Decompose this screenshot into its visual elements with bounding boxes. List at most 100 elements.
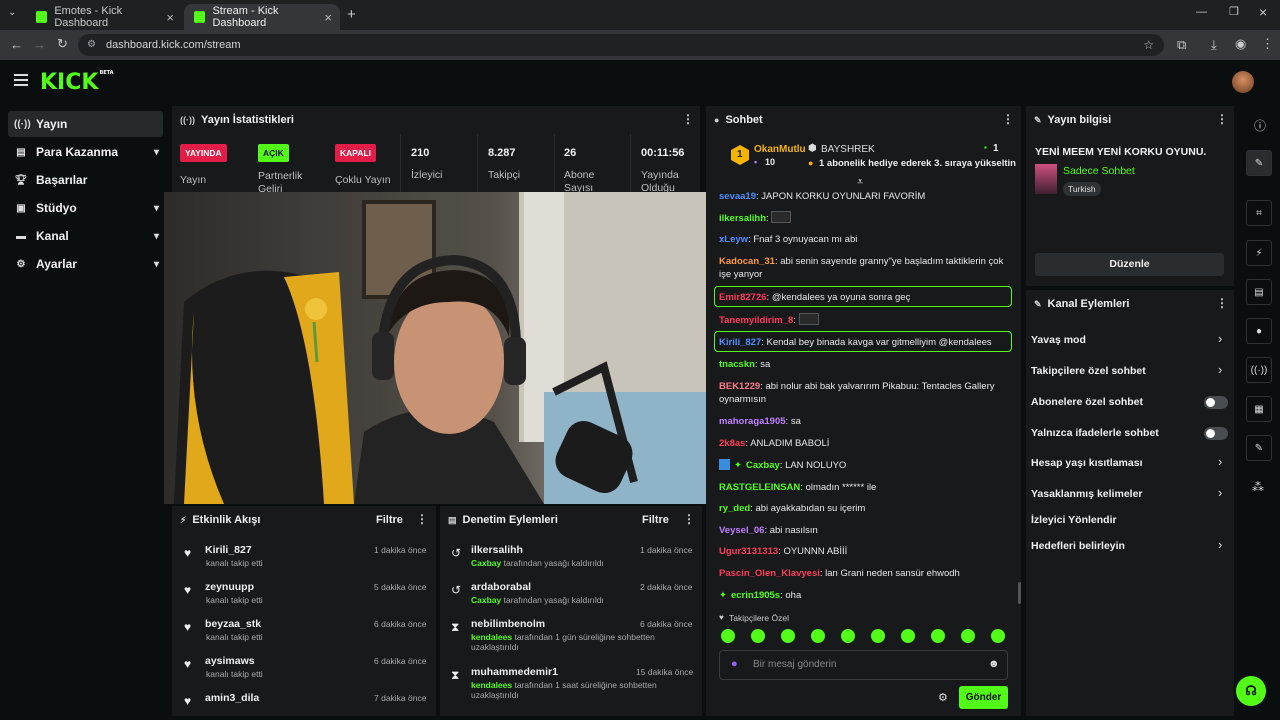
chevron-right-icon[interactable]: › [1218,331,1222,346]
lightning-icon[interactable]: ⚡︎ [1246,240,1272,266]
emote-icon[interactable] [721,629,735,643]
collapse-icon[interactable]: ⩡ [857,176,863,189]
emote-icon[interactable] [961,629,975,643]
chat-username[interactable]: Pascin_Olen_Klavyesi [719,568,820,579]
nav-item-yayin[interactable]: ((·)) Yayın [8,111,163,137]
more-options-icon[interactable]: ⋮ [682,112,694,126]
forward-icon[interactable]: → [33,37,46,52]
close-window-icon[interactable]: × [1259,4,1267,20]
more-options-icon[interactable]: ⋮ [683,512,695,526]
minimize-icon[interactable]: — [1196,6,1207,18]
chat-scrollbar[interactable] [1018,582,1021,604]
moderated-user-name[interactable]: ardaborabal [471,581,531,593]
more-options-icon[interactable]: ⋮ [1002,112,1014,126]
chat-username[interactable]: BEK1229 [719,381,760,392]
reload-icon[interactable]: ↻ [57,36,68,52]
emote-icon[interactable] [901,629,915,643]
stream-preview-video[interactable] [164,192,714,504]
follower-name[interactable]: aysimaws [205,655,255,667]
new-tab-icon[interactable]: + [347,6,356,23]
follower-name[interactable]: amin3_dila [205,692,259,704]
chat-username[interactable]: ilkersalihh [719,213,766,224]
emote-icon[interactable] [811,629,825,643]
chat-username[interactable]: Caxbay [746,460,780,471]
channel-action-item[interactable]: Yasaklanmış kelimeler [1031,488,1143,500]
browser-tab-emotes[interactable]: Emotes - Kick Dashboard × [26,4,182,30]
address-bar[interactable]: ⚙ dashboard.kick.com/stream ☆ [78,34,1164,56]
moderation-filter-button[interactable]: Filtre [642,514,669,526]
chat-settings-gear-icon[interactable]: ⚙ [938,691,948,704]
gift-cta-text[interactable]: 1 abonelik hediye ederek 3. sıraya yükse… [819,158,1016,169]
chevron-right-icon[interactable]: › [1218,362,1222,377]
chat-username[interactable]: xLeyw [719,234,748,245]
browser-menu-icon[interactable]: ⋮ [1261,36,1274,52]
follower-name[interactable]: beyzaa_stk [205,618,261,630]
send-button[interactable]: Gönder [959,686,1008,709]
channel-action-item[interactable]: Yavaş mod [1031,334,1086,346]
emote-icon[interactable] [991,629,1005,643]
info-icon[interactable]: ⓘ [1254,117,1266,134]
chat-input-box[interactable]: ● Bir mesaj gönderin ☻ [719,650,1008,680]
chat-username[interactable]: ry_ded [719,503,750,514]
emote-icon[interactable] [841,629,855,643]
chat-username[interactable]: sevaa19 [719,191,756,202]
chat-username[interactable]: Ugur3131313 [719,546,778,557]
bookmark-star-icon[interactable]: ☆ [1143,34,1154,56]
toggle-switch[interactable] [1204,427,1228,440]
edit-stream-info-button[interactable]: Düzenle [1035,253,1224,276]
chat-username[interactable]: tnacskn [719,359,755,370]
category-name[interactable]: Sadece Sohbet [1063,165,1135,177]
chat-username[interactable]: Emir82726 [719,292,767,303]
chevron-right-icon[interactable]: › [1218,537,1222,552]
nav-item-para-kazanma[interactable]: ▤ Para Kazanma ▾ [8,139,163,165]
emote-icon[interactable] [871,629,885,643]
chat-username[interactable]: Kirili_827 [719,337,761,348]
channel-action-item[interactable]: Takipçilere özel sohbet [1031,365,1146,377]
microphone-icon[interactable]: ● [731,658,738,670]
extensions-icon[interactable]: ⧉ [1177,37,1186,53]
user-avatar[interactable] [1232,71,1254,93]
emote-icon[interactable] [751,629,765,643]
chat-username[interactable]: Veysel_06 [719,525,764,536]
moderator-name[interactable]: kendalees [471,632,512,642]
nav-item-studyo[interactable]: ▣ Stüdyo ▾ [8,195,163,221]
emote-icon[interactable] [931,629,945,643]
nav-item-ayarlar[interactable]: ⚙ Ayarlar ▾ [8,251,163,277]
chat-username[interactable]: Kadocan_31 [719,256,775,267]
channel-action-item[interactable]: Hedefleri belirleyin [1031,540,1125,552]
channel-action-item[interactable]: Abonelere özel sohbet [1031,396,1143,408]
moderated-user-name[interactable]: nebilimbenolm [471,618,545,630]
edit-pencil-icon[interactable]: ✎ [1246,150,1272,176]
chat-username[interactable]: mahoraga1905 [719,416,786,427]
emoji-picker-icon[interactable]: ☻ [988,658,1000,670]
channel-action-item[interactable]: Yalnızca ifadelerle sohbet [1031,427,1159,439]
more-options-icon[interactable]: ⋮ [416,512,428,526]
close-tab-icon[interactable]: × [166,10,174,25]
profile-icon[interactable]: ◉ [1235,36,1246,52]
moderator-name[interactable]: Caxbay [471,595,501,605]
follower-name[interactable]: Kirili_827 [205,544,252,556]
moderator-name[interactable]: kendalees [471,680,512,690]
channel-action-item[interactable]: Hesap yaşı kısıtlaması [1031,457,1143,469]
nav-item-basarilar[interactable]: 🏆︎ Başarılar [8,167,163,193]
download-icon[interactable]: ⤓ [1211,37,1217,53]
menu-hamburger-icon[interactable] [14,74,28,86]
browser-tab-stream[interactable]: Stream - Kick Dashboard × [184,4,340,30]
site-info-icon[interactable]: ⚙ [87,34,96,56]
maximize-icon[interactable]: ❐ [1229,5,1239,18]
wrench-icon[interactable]: ✎ [1246,435,1272,461]
top-gifter-name[interactable]: OkanMutlu [754,144,806,155]
chat-username[interactable]: ecrin1905s [731,590,780,601]
scan-icon[interactable]: ⌗ [1246,200,1272,226]
nav-item-kanal[interactable]: ▬ Kanal ▾ [8,223,163,249]
activity-filter-button[interactable]: Filtre [376,514,403,526]
chat-bubble-icon[interactable]: ● [1246,318,1272,344]
layout-icon[interactable]: ▦ [1246,396,1272,422]
toggle-switch[interactable] [1204,396,1228,409]
clipboard-icon[interactable]: ▤ [1246,279,1272,305]
back-icon[interactable]: ← [10,37,23,52]
chevron-right-icon[interactable]: › [1218,485,1222,500]
chevron-right-icon[interactable]: › [1218,454,1222,469]
more-options-icon[interactable]: ⋮ [1216,112,1228,126]
chat-username[interactable]: 2k8as [719,438,745,449]
